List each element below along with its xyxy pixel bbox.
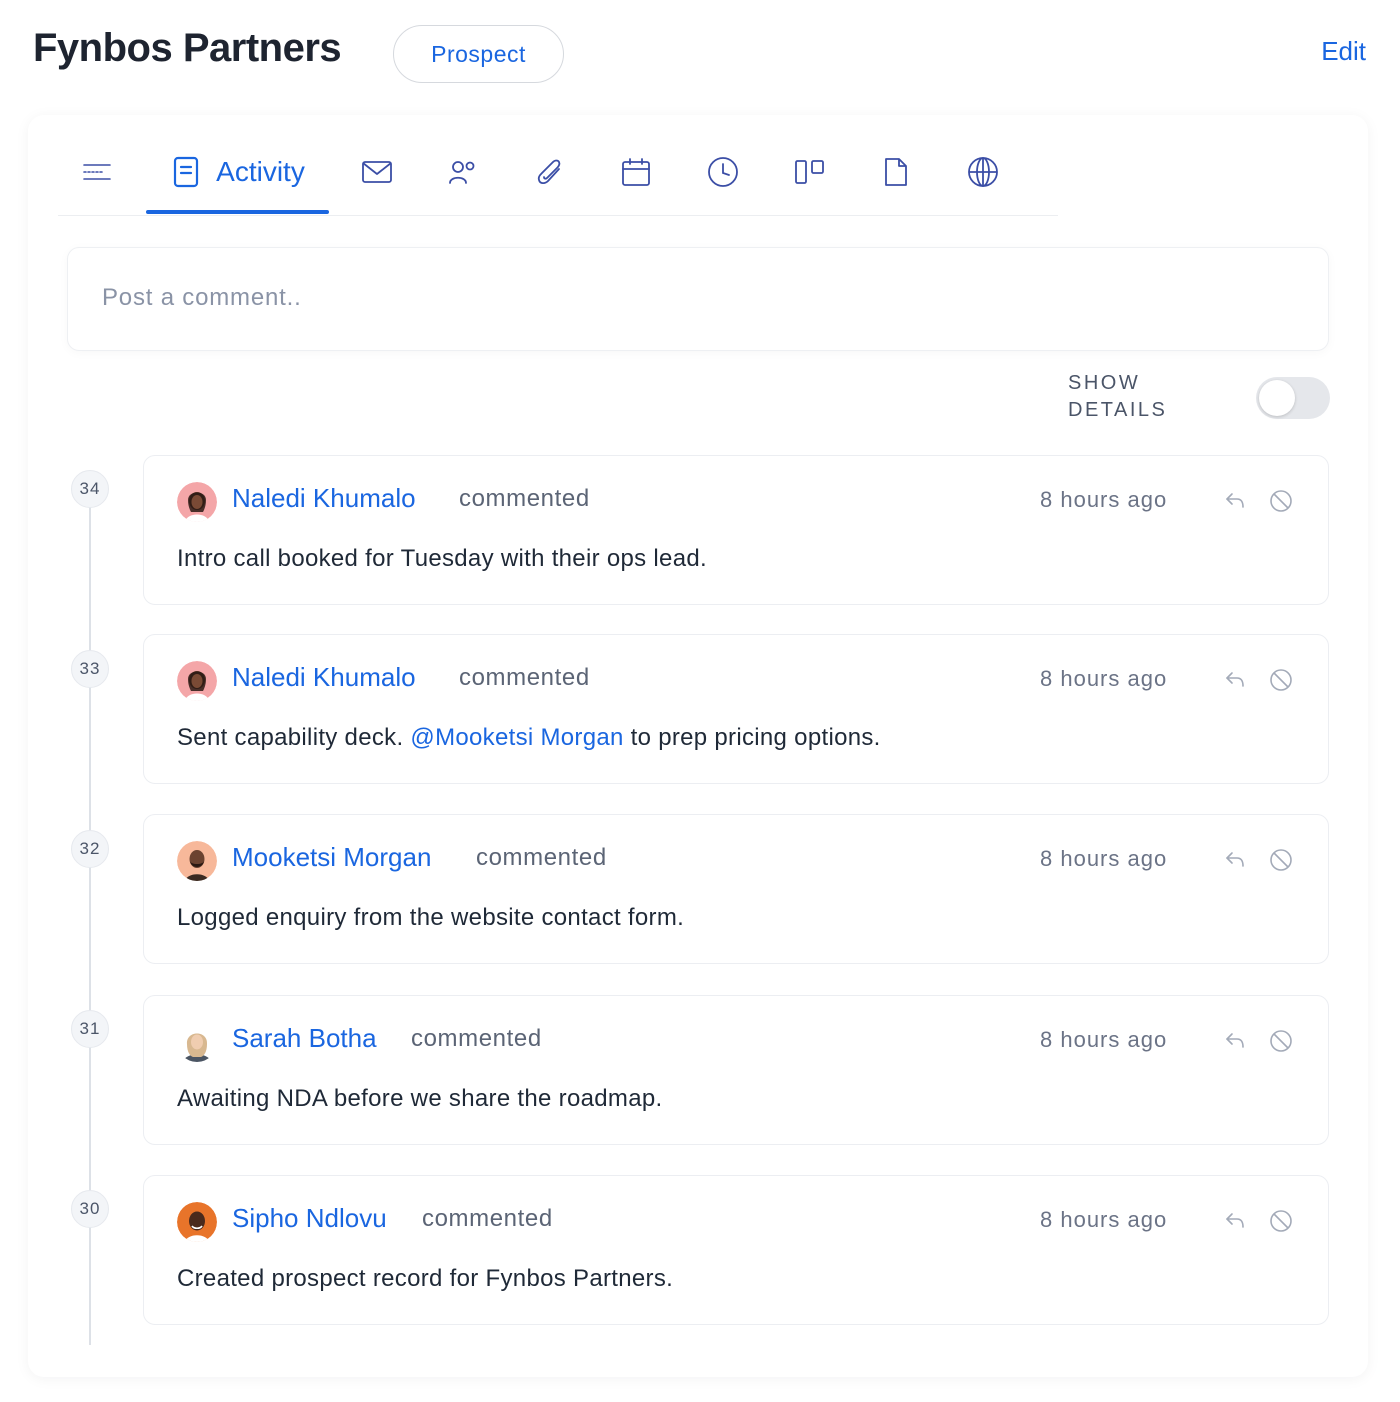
- block-icon[interactable]: [1269, 848, 1293, 872]
- active-tab-indicator: [146, 210, 329, 214]
- envelope-icon: [361, 160, 393, 184]
- timestamp: 8 hours ago: [1040, 1027, 1168, 1052]
- author-link[interactable]: Sarah Botha: [232, 1023, 377, 1054]
- activity-entry: Naledi Khumalo commented 8 hours ago Int…: [143, 455, 1329, 605]
- comment-text: Created prospect record for Fynbos Partn…: [177, 1265, 674, 1292]
- reply-icon[interactable]: [1224, 669, 1246, 691]
- comment-text: Intro call booked for Tuesday with their…: [177, 545, 707, 572]
- tab-history[interactable]: [701, 130, 745, 214]
- activity-verb: commented: [459, 485, 590, 512]
- paperclip-icon: [536, 157, 564, 187]
- page-title: Fynbos Partners: [33, 26, 342, 70]
- avatar: [177, 482, 217, 522]
- comment-input[interactable]: [102, 278, 1282, 318]
- activity-verb: commented: [422, 1205, 553, 1232]
- author-link[interactable]: Mooketsi Morgan: [232, 842, 431, 873]
- activity-verb: commented: [411, 1025, 542, 1052]
- activity-verb: commented: [459, 664, 590, 691]
- toggle-knob: [1259, 380, 1295, 416]
- comment-text: Sent capability deck. @Mooketsi Morgan t…: [177, 724, 881, 752]
- avatar: [177, 1202, 217, 1242]
- document-lines-icon: [172, 156, 200, 188]
- show-details-label-line1: SHOW: [1068, 372, 1141, 394]
- timeline-number: 33: [71, 650, 109, 688]
- timestamp: 8 hours ago: [1040, 487, 1168, 512]
- timestamp: 8 hours ago: [1040, 1207, 1168, 1232]
- reply-icon[interactable]: [1224, 490, 1246, 512]
- timeline-number: 34: [71, 470, 109, 508]
- tab-files[interactable]: [874, 130, 918, 214]
- block-icon[interactable]: [1269, 489, 1293, 513]
- tab-activity[interactable]: Activity: [166, 130, 311, 214]
- timeline-number: 31: [71, 1010, 109, 1048]
- timeline-number: 30: [71, 1190, 109, 1228]
- comment-composer: [67, 247, 1329, 351]
- timestamp: 8 hours ago: [1040, 666, 1168, 691]
- activity-entry: Mooketsi Morgan commented 8 hours ago Lo…: [143, 814, 1329, 964]
- record-header: Fynbos Partners Prospect Edit: [0, 0, 1400, 110]
- globe-icon: [967, 156, 999, 188]
- timeline-number: 32: [71, 830, 109, 868]
- show-details-label-line2: DETAILS: [1068, 399, 1168, 421]
- comment-text-before: Sent capability deck.: [177, 724, 411, 751]
- status-badge[interactable]: Prospect: [393, 25, 564, 83]
- file-icon: [883, 157, 909, 187]
- mention-link[interactable]: @Mooketsi Morgan: [410, 724, 623, 751]
- tab-calendar[interactable]: [614, 130, 658, 214]
- record-tabs: Activity: [58, 130, 1058, 216]
- comment-text: Logged enquiry from the website contact …: [177, 904, 685, 931]
- block-icon[interactable]: [1269, 1029, 1293, 1053]
- people-icon: [448, 159, 478, 185]
- show-details-toggle[interactable]: [1256, 377, 1330, 419]
- comment-text-after: to prep pricing options.: [623, 724, 881, 751]
- kanban-icon: [794, 158, 826, 186]
- tab-details[interactable]: [74, 130, 120, 214]
- tab-contacts[interactable]: [441, 130, 485, 214]
- activity-entry: Naledi Khumalo commented 8 hours ago Sen…: [143, 634, 1329, 784]
- block-icon[interactable]: [1269, 668, 1293, 692]
- activity-entry: Sarah Botha commented 8 hours ago Awaiti…: [143, 995, 1329, 1145]
- author-link[interactable]: Naledi Khumalo: [232, 483, 416, 514]
- avatar: [177, 841, 217, 881]
- avatar: [177, 661, 217, 701]
- reply-icon[interactable]: [1224, 1030, 1246, 1052]
- tab-activity-label: Activity: [216, 156, 305, 187]
- tab-attachments[interactable]: [528, 130, 572, 214]
- clock-icon: [707, 156, 739, 188]
- reply-icon[interactable]: [1224, 1210, 1246, 1232]
- tab-email[interactable]: [355, 130, 399, 214]
- list-lines-icon: [82, 162, 112, 182]
- show-details-label: SHOW DETAILS: [1068, 370, 1198, 424]
- activity-entry: Sipho Ndlovu commented 8 hours ago Creat…: [143, 1175, 1329, 1325]
- timestamp: 8 hours ago: [1040, 846, 1168, 871]
- calendar-icon: [621, 157, 651, 187]
- tab-board[interactable]: [788, 130, 832, 214]
- block-icon[interactable]: [1269, 1209, 1293, 1233]
- activity-verb: commented: [476, 844, 607, 871]
- tab-web[interactable]: [961, 130, 1005, 214]
- reply-icon[interactable]: [1224, 849, 1246, 871]
- comment-text: Awaiting NDA before we share the roadmap…: [177, 1085, 663, 1112]
- author-link[interactable]: Naledi Khumalo: [232, 662, 416, 693]
- edit-link[interactable]: Edit: [1321, 36, 1366, 67]
- avatar: [177, 1022, 217, 1062]
- author-link[interactable]: Sipho Ndlovu: [232, 1203, 387, 1234]
